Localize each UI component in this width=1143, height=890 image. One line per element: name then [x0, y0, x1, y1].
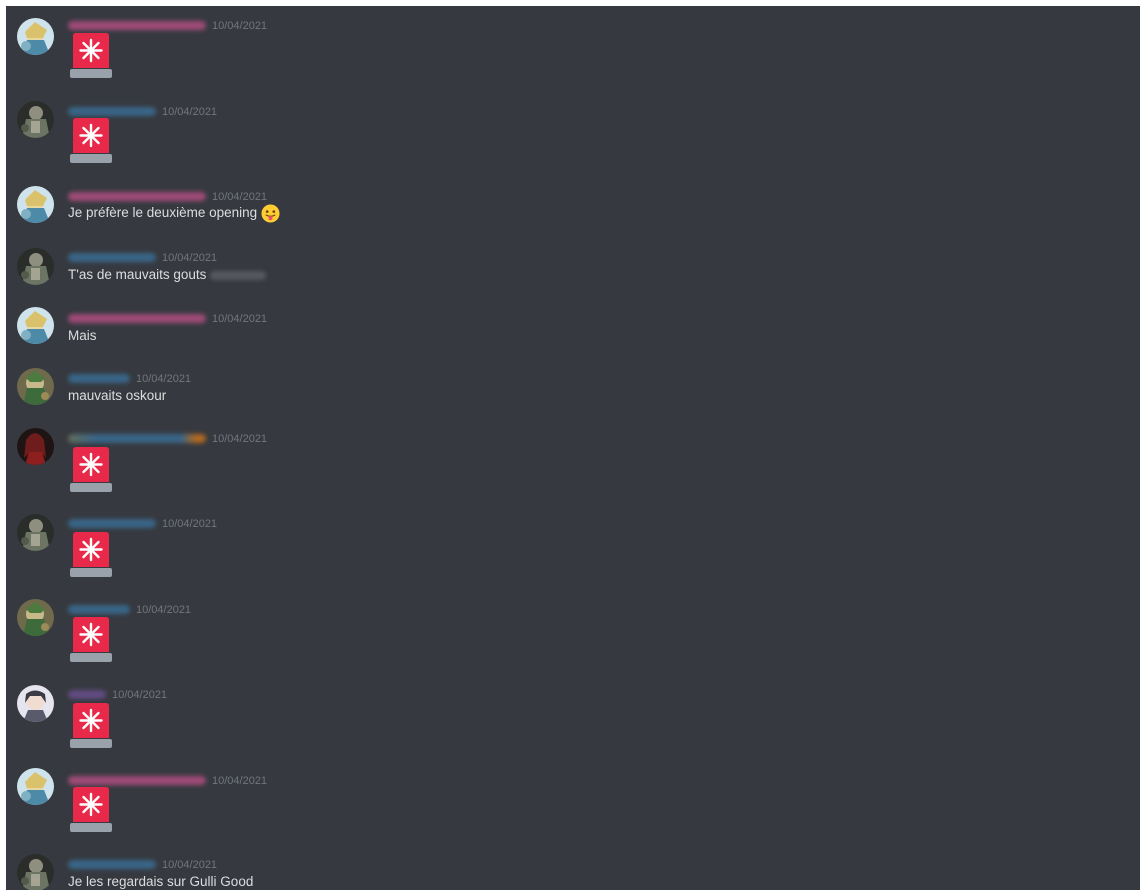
message-text: Mais: [68, 328, 97, 343]
message-text: Je les regardais sur Gulli Good: [68, 874, 254, 889]
message-text-row: Je les regardais sur Gulli Good: [68, 874, 253, 889]
username-blurred[interactable]: [68, 374, 130, 384]
message-timestamp: 10/04/2021: [212, 19, 268, 32]
message-header: 10/04/2021: [68, 601, 192, 616]
user-avatar[interactable]: [17, 768, 54, 805]
siren-emoji: [68, 32, 114, 79]
message-timestamp: 10/04/2021: [162, 251, 218, 264]
message-header: 10/04/2021: [68, 856, 218, 871]
user-avatar[interactable]: [17, 685, 54, 722]
message-timestamp: 10/04/2021: [162, 105, 218, 118]
siren-emoji: [68, 117, 114, 164]
username-blurred[interactable]: [68, 21, 206, 31]
user-avatar[interactable]: [17, 18, 54, 55]
username-blurred[interactable]: [68, 690, 106, 700]
siren-emoji: [68, 616, 114, 663]
user-avatar[interactable]: [17, 599, 54, 636]
message-header: 10/04/2021: [68, 310, 268, 325]
username-blurred[interactable]: [68, 253, 156, 263]
username-blurred[interactable]: [68, 107, 156, 117]
user-avatar[interactable]: [17, 428, 54, 465]
message-header: 10/04/2021: [68, 249, 218, 264]
message-header: 10/04/2021: [68, 515, 218, 530]
username-blurred[interactable]: [68, 519, 156, 529]
user-avatar[interactable]: [17, 368, 54, 405]
message-timestamp: 10/04/2021: [212, 190, 268, 203]
message-timestamp: 10/04/2021: [212, 774, 268, 787]
message-text: Je préfère le deuxième opening: [68, 205, 258, 221]
user-avatar[interactable]: [17, 854, 54, 890]
message-header: 10/04/2021: [68, 17, 268, 32]
username-blurred[interactable]: [68, 314, 206, 324]
message-header: 10/04/2021: [68, 430, 268, 445]
username-blurred[interactable]: [68, 605, 130, 615]
siren-emoji: [68, 446, 114, 493]
message-text: T'as de mauvaits gouts: [68, 267, 207, 282]
message-text-row: Mais: [68, 328, 97, 343]
message-timestamp: 10/04/2021: [112, 688, 168, 701]
username-blurred[interactable]: [68, 192, 206, 202]
username-blurred[interactable]: [68, 776, 206, 786]
message-text-row: T'as de mauvaits gouts: [68, 267, 267, 282]
message-timestamp: 10/04/2021: [162, 858, 218, 871]
siren-emoji: [68, 786, 114, 833]
tongue-emoji-icon: [261, 204, 280, 223]
message-text-row: Je préfère le deuxième opening: [68, 204, 280, 223]
message-timestamp: 10/04/2021: [136, 372, 192, 385]
user-avatar[interactable]: [17, 514, 54, 551]
message-header: 10/04/2021: [68, 188, 268, 203]
username-blurred[interactable]: [68, 434, 206, 444]
message-timestamp: 10/04/2021: [212, 312, 268, 325]
username-blurred[interactable]: [68, 860, 156, 870]
user-avatar[interactable]: [17, 186, 54, 223]
blurred-mention: [210, 270, 267, 280]
message-timestamp: 10/04/2021: [136, 603, 192, 616]
message-header: 10/04/2021: [68, 686, 168, 701]
siren-emoji: [68, 702, 114, 749]
message-timestamp: 10/04/2021: [212, 432, 268, 445]
siren-emoji: [68, 531, 114, 578]
user-avatar[interactable]: [17, 307, 54, 344]
user-avatar[interactable]: [17, 101, 54, 138]
message-header: 10/04/2021: [68, 772, 268, 787]
message-header: 10/04/2021: [68, 370, 192, 385]
message-timestamp: 10/04/2021: [162, 517, 218, 530]
user-avatar[interactable]: [17, 248, 54, 285]
message-header: 10/04/2021: [68, 103, 218, 118]
message-text: mauvaits oskour: [68, 388, 167, 403]
chat-message-list[interactable]: 10/04/2021 10/04/2021 10/04/2021 Je préf…: [6, 6, 1140, 890]
message-text-row: mauvaits oskour: [68, 388, 166, 403]
